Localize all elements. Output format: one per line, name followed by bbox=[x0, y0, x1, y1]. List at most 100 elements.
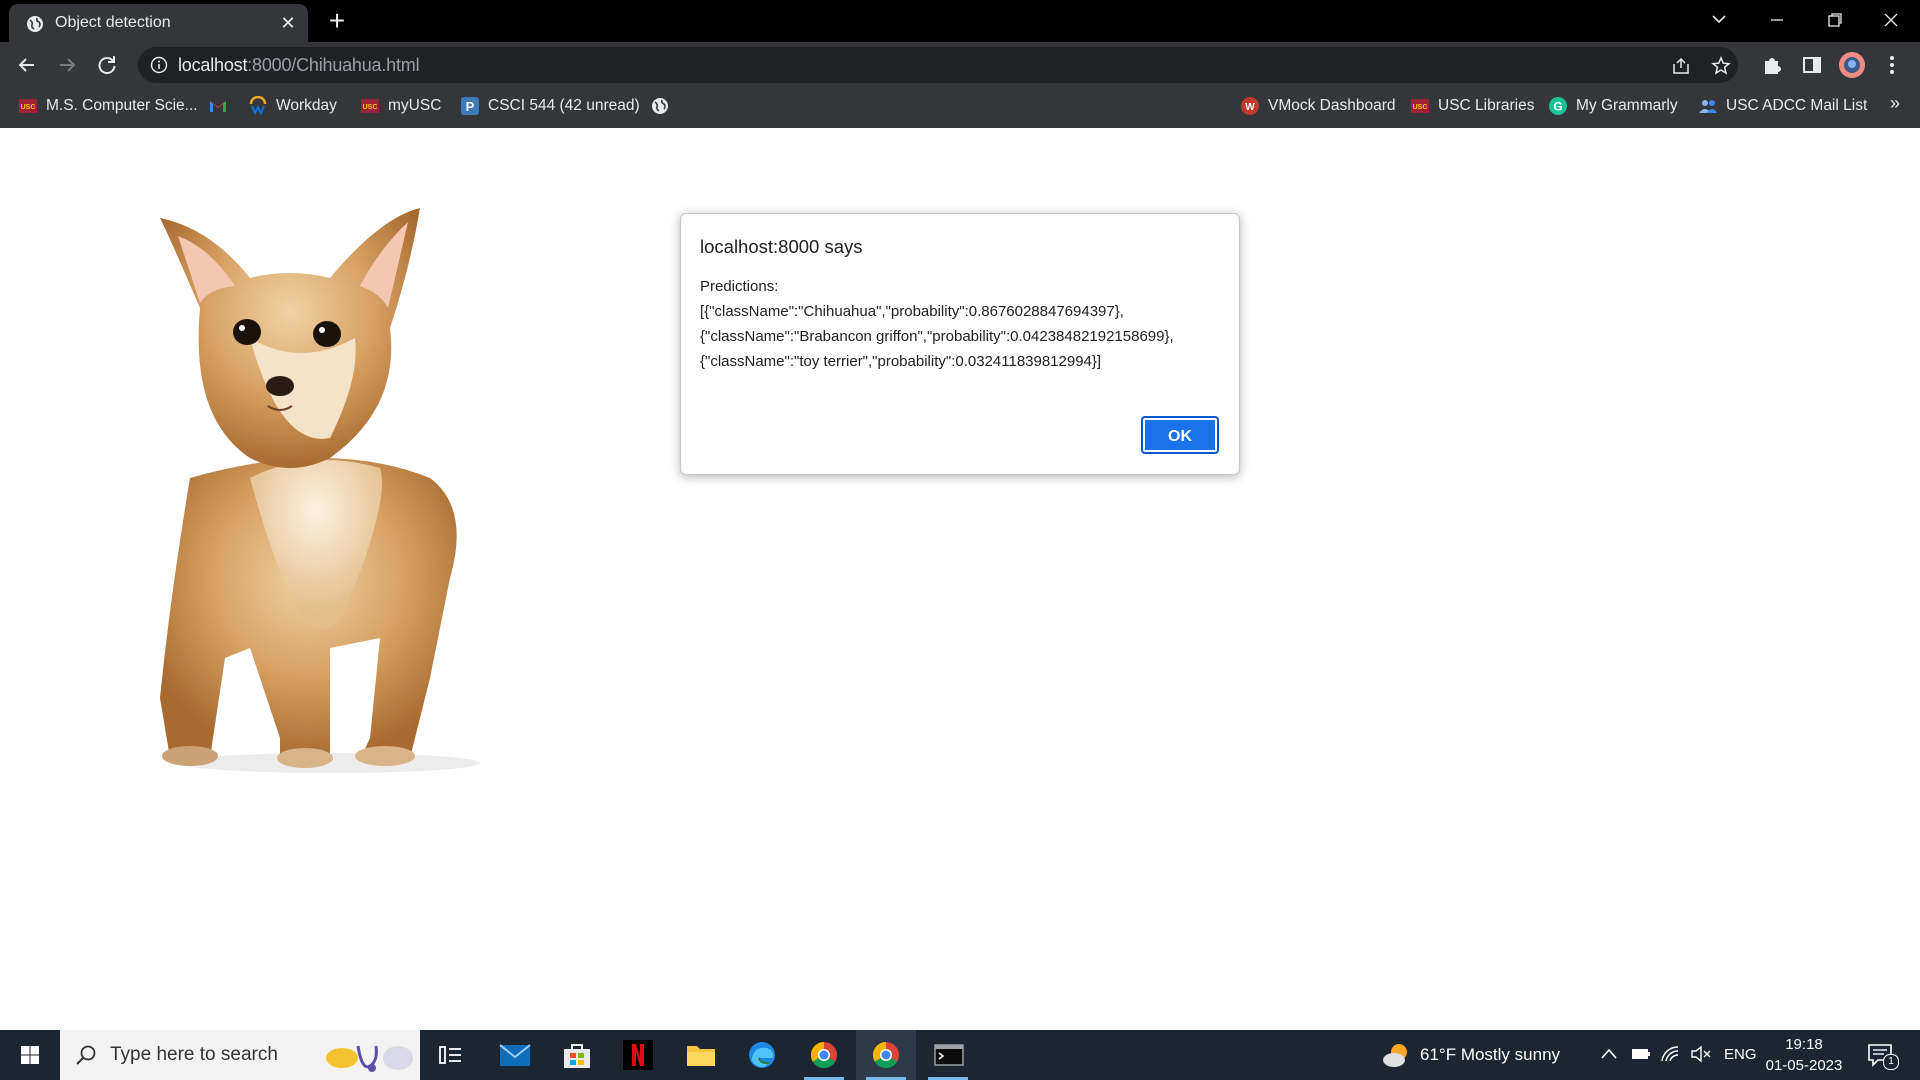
profile-avatar[interactable] bbox=[1837, 50, 1867, 80]
address-bar[interactable]: localhost:8000/Chihuahua.html bbox=[138, 47, 1738, 83]
svg-text:P: P bbox=[466, 99, 475, 114]
tab-strip: Object detection ✕ + bbox=[0, 0, 1920, 42]
taskbar-terminal[interactable] bbox=[918, 1030, 978, 1080]
bookmarks-bar: USC M.S. Computer Scie... Workday USC my… bbox=[0, 88, 1920, 128]
task-view-icon bbox=[439, 1046, 461, 1064]
grammarly-icon: G bbox=[1549, 97, 1567, 115]
back-arrow-icon[interactable] bbox=[12, 50, 42, 80]
bookmark-label: Workday bbox=[276, 97, 337, 114]
taskbar-file-explorer[interactable] bbox=[670, 1030, 730, 1080]
bookmark-label: CSCI 544 (42 unread) bbox=[488, 97, 640, 114]
vmock-icon: W bbox=[1241, 97, 1259, 115]
ok-button[interactable]: OK bbox=[1141, 416, 1219, 454]
url-path: :8000/Chihuahua.html bbox=[247, 55, 420, 75]
bookmark-label: myUSC bbox=[388, 97, 442, 114]
svg-text:USC: USC bbox=[21, 104, 36, 111]
globe-icon bbox=[652, 98, 668, 114]
taskbar-mail[interactable] bbox=[484, 1030, 544, 1080]
bookmark-label: USC ADCC Mail List bbox=[1726, 97, 1868, 114]
svg-text:G: G bbox=[1553, 100, 1562, 114]
bookmark-label: USC Libraries bbox=[1438, 97, 1535, 114]
bookmark-label: My Grammarly bbox=[1576, 97, 1678, 114]
notification-count-badge: 1 bbox=[1883, 1054, 1899, 1070]
search-highlight-doctor-icon bbox=[326, 1045, 413, 1072]
bookmark-usc-libraries[interactable]: USC USC Libraries bbox=[1410, 88, 1534, 124]
taskbar-chrome-profile[interactable] bbox=[856, 1030, 916, 1080]
search-placeholder: Type here to search bbox=[110, 1044, 278, 1065]
bookmark-workday[interactable]: Workday bbox=[248, 88, 337, 124]
dialog-message: Predictions: [{"className":"Chihuahua","… bbox=[700, 278, 1174, 370]
clock-date: 01-05-2023 bbox=[1765, 1057, 1843, 1074]
chrome-icon bbox=[810, 1041, 837, 1069]
edge-icon bbox=[749, 1042, 775, 1068]
usc-icon: USC bbox=[361, 99, 379, 113]
chrome-icon bbox=[872, 1041, 899, 1069]
side-panel-icon[interactable] bbox=[1797, 50, 1827, 80]
piazza-icon: P bbox=[461, 97, 479, 115]
weather-text[interactable]: 61°F Mostly sunny bbox=[1420, 1030, 1560, 1080]
clock-time: 19:18 bbox=[1785, 1036, 1823, 1053]
weather-sunny-icon bbox=[1383, 1044, 1407, 1067]
netflix-icon bbox=[623, 1040, 653, 1070]
reload-icon[interactable] bbox=[92, 50, 122, 80]
more-menu-icon[interactable] bbox=[1877, 50, 1907, 80]
store-icon bbox=[564, 1044, 590, 1068]
taskbar-search-box[interactable]: Type here to search bbox=[60, 1030, 420, 1080]
notification-center-button[interactable]: 1 bbox=[1866, 1040, 1899, 1070]
chevron-up-icon[interactable] bbox=[1600, 1047, 1618, 1061]
windows-taskbar: Type here to search 61°F Mostly sunny EN… bbox=[0, 1030, 1920, 1080]
share-icon[interactable] bbox=[1671, 56, 1691, 76]
workday-icon bbox=[249, 96, 267, 116]
tab-search-chevron-icon[interactable] bbox=[1690, 0, 1748, 40]
forward-arrow-icon[interactable] bbox=[52, 50, 82, 80]
windows-start-icon[interactable] bbox=[0, 1030, 60, 1080]
site-info-icon[interactable] bbox=[150, 56, 168, 74]
close-window-button[interactable] bbox=[1862, 0, 1920, 40]
task-view-button[interactable] bbox=[420, 1030, 480, 1080]
gmail-icon bbox=[210, 101, 226, 112]
bookmark-vmock[interactable]: W VMock Dashboard bbox=[1240, 88, 1396, 124]
close-tab-icon[interactable]: ✕ bbox=[279, 14, 297, 32]
globe-icon bbox=[27, 16, 43, 32]
restore-button[interactable] bbox=[1806, 0, 1864, 40]
bookmark-my-grammarly[interactable]: G My Grammarly bbox=[1548, 88, 1678, 124]
bookmarks-overflow-icon[interactable]: » bbox=[1890, 93, 1900, 114]
mail-icon bbox=[499, 1044, 531, 1066]
volume-muted-icon[interactable] bbox=[1690, 1045, 1712, 1063]
svg-text:W: W bbox=[1245, 102, 1255, 113]
bookmark-label: VMock Dashboard bbox=[1268, 97, 1396, 114]
group-icon bbox=[1699, 100, 1717, 113]
taskbar-netflix[interactable] bbox=[608, 1030, 668, 1080]
minimize-button[interactable] bbox=[1748, 0, 1806, 40]
new-tab-button[interactable]: + bbox=[324, 7, 350, 35]
bookmark-usc-adcc[interactable]: USC ADCC Mail List bbox=[1698, 88, 1867, 124]
battery-icon[interactable] bbox=[1631, 1047, 1651, 1061]
usc-icon: USC bbox=[19, 99, 37, 113]
taskbar-edge[interactable] bbox=[732, 1030, 792, 1080]
tab-title: Object detection bbox=[55, 14, 171, 31]
browser-toolbar: localhost:8000/Chihuahua.html bbox=[0, 42, 1920, 88]
tab-object-detection[interactable]: Object detection ✕ bbox=[9, 4, 308, 42]
clock[interactable]: 19:18 01-05-2023 bbox=[1764, 1034, 1844, 1076]
language-indicator[interactable]: ENG bbox=[1724, 1030, 1757, 1080]
url-host: localhost bbox=[178, 55, 248, 75]
url-text[interactable]: localhost:8000/Chihuahua.html bbox=[178, 55, 420, 76]
bookmark-gmail[interactable] bbox=[208, 88, 236, 124]
svg-text:USC: USC bbox=[1413, 104, 1428, 111]
taskbar-chrome[interactable] bbox=[794, 1030, 854, 1080]
bookmark-star-icon[interactable] bbox=[1711, 56, 1731, 76]
alert-dialog: localhost:8000 says Predictions: [{"clas… bbox=[680, 213, 1240, 475]
chihuahua-image bbox=[160, 208, 480, 773]
terminal-icon bbox=[934, 1044, 964, 1066]
usc-icon: USC bbox=[1411, 99, 1429, 113]
bookmark-myusc[interactable]: USC myUSC bbox=[360, 88, 441, 124]
svg-text:USC: USC bbox=[363, 104, 378, 111]
bookmark-globe[interactable] bbox=[650, 88, 678, 124]
bookmark-label: M.S. Computer Scie... bbox=[46, 97, 198, 114]
taskbar-microsoft-store[interactable] bbox=[546, 1030, 606, 1080]
wifi-icon[interactable] bbox=[1660, 1045, 1680, 1063]
bookmark-ms-computer-science[interactable]: USC M.S. Computer Scie... bbox=[18, 88, 198, 124]
folder-icon bbox=[687, 1046, 715, 1066]
extensions-puzzle-icon[interactable] bbox=[1757, 50, 1787, 80]
bookmark-csci-544[interactable]: P CSCI 544 (42 unread) bbox=[460, 88, 640, 124]
